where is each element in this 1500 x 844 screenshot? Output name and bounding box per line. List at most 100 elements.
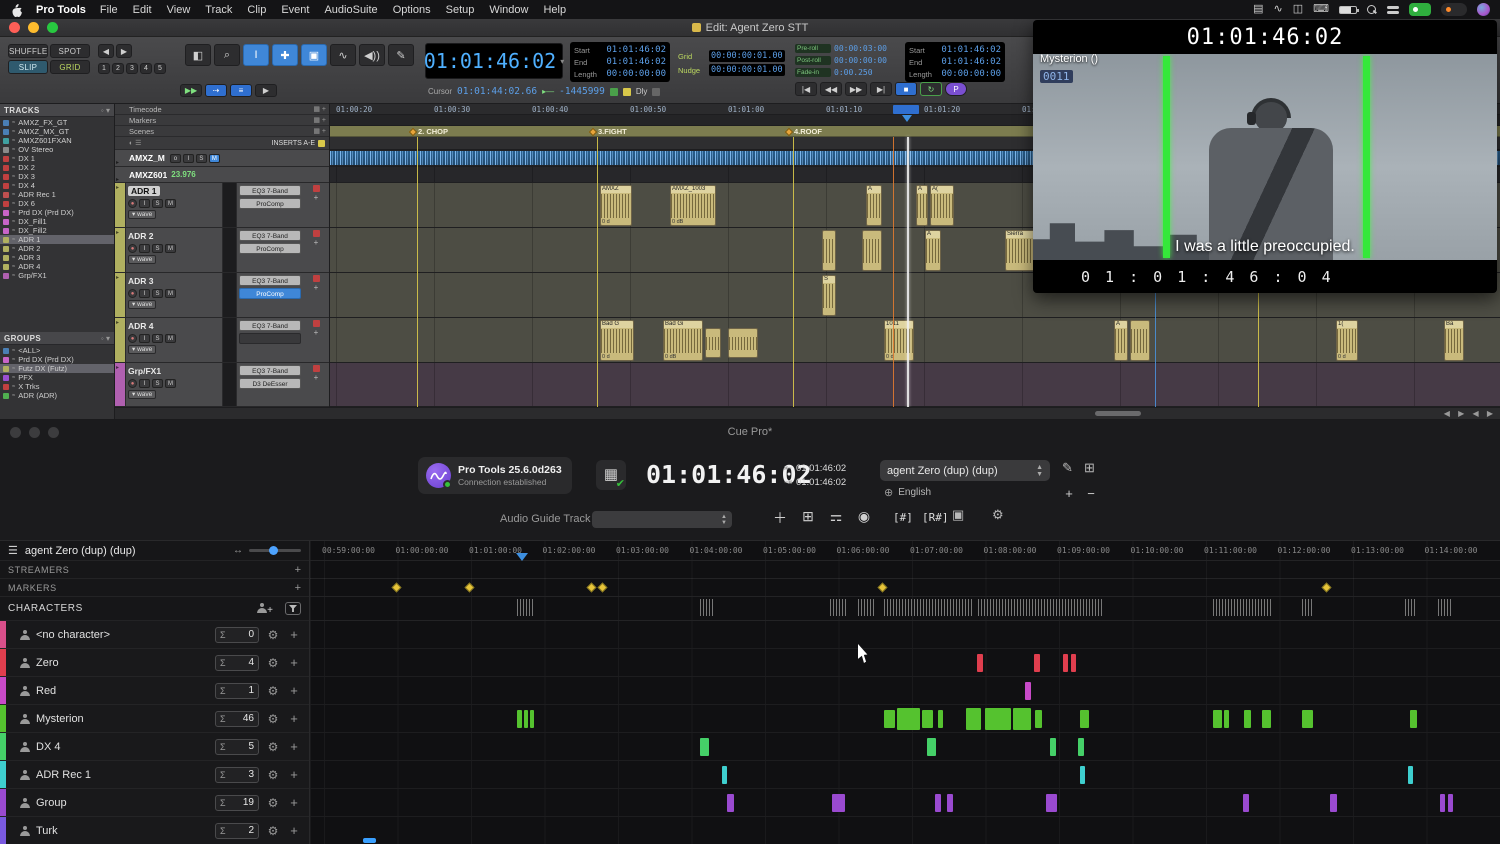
add-cue-icon[interactable]: + [287, 711, 301, 726]
fade-in-label[interactable]: Fade-in [795, 68, 831, 77]
cue-clip[interactable] [935, 794, 941, 812]
shuffle-mode-button[interactable]: SHUFFLE [8, 44, 48, 58]
add-cue-icon[interactable]: + [287, 767, 301, 782]
cue-clip[interactable] [1302, 710, 1313, 728]
marker-diamond[interactable] [1322, 583, 1332, 593]
ruler-options-icon[interactable]: ▦ + [313, 105, 329, 113]
timecode-ruler-label[interactable]: Timecode▦ + [115, 104, 329, 115]
sidebar-item[interactable]: ≈DX_Fill2 [0, 226, 114, 235]
video-window[interactable]: 01:01:46:02 Mysterion () 0011 I was a li… [1033, 20, 1497, 293]
sidebar-item[interactable]: ≈ADR Rec 1 [0, 190, 114, 199]
insert-eq3-7-band[interactable]: EQ3 7-Band [239, 185, 301, 196]
pre-roll-value[interactable]: 00:00:03:00 [834, 44, 887, 53]
track-controls-adr-1[interactable]: ADR 1●ISM▾ waveEQ3 7-BandProComp+ [115, 183, 329, 228]
keyboard-icon[interactable]: ⌨ [1313, 0, 1329, 19]
marker-diamond[interactable] [878, 583, 888, 593]
sync-status-icon[interactable]: ▦✔ [596, 460, 626, 490]
cue-clip[interactable] [1213, 710, 1222, 728]
cue-clip[interactable] [832, 794, 845, 812]
audio-clip[interactable] [862, 230, 882, 271]
track-name[interactable]: Grp/FX1 [128, 366, 161, 376]
menu-setup[interactable]: Setup [446, 4, 475, 16]
tracks-panel-header[interactable]: TRACKS ◦ ▾ [0, 104, 114, 117]
groups-panel-header[interactable]: GROUPS ◦ ▾ [0, 332, 114, 345]
scrollbar-thumb[interactable] [1095, 411, 1141, 416]
insert-bypass-chip[interactable] [313, 230, 320, 237]
link-timeline-icon[interactable]: ⇢ [205, 84, 227, 97]
gear-icon[interactable]: ⚙ [265, 796, 281, 810]
stop-button[interactable]: ■ [895, 82, 917, 96]
cue-clip[interactable] [524, 710, 528, 728]
add-marker-icon[interactable]: + [295, 582, 301, 594]
insert-d3-deesser[interactable]: D3 DeEsser [239, 378, 301, 389]
cue-clip[interactable] [897, 708, 920, 730]
insert-eq3-7-band[interactable]: EQ3 7-Band [239, 230, 301, 241]
menu-window[interactable]: Window [489, 4, 528, 16]
session-select[interactable]: agent Zero (dup) (dup) ▲▼ [880, 460, 1050, 481]
screen-record-icon[interactable] [1441, 3, 1467, 16]
character-row[interactable]: MysterionΣ46⚙+ [0, 705, 309, 733]
cue-clip[interactable] [1243, 794, 1249, 812]
solo-button[interactable]: S [152, 244, 163, 253]
marker-diamond[interactable] [587, 583, 597, 593]
track-view-selector[interactable]: ▾ wave [128, 255, 156, 264]
menu-track[interactable]: Track [205, 4, 232, 16]
cue-clip[interactable] [927, 738, 936, 756]
track-name[interactable]: ADR 3 [128, 276, 154, 286]
sidebar-item[interactable]: ≈DX 6 [0, 199, 114, 208]
mute-button[interactable]: M [165, 379, 176, 388]
sidebar-item[interactable]: ≈DX 1 [0, 154, 114, 163]
duplicate-session-icon[interactable]: ⊞ [1084, 460, 1095, 476]
solo-button[interactable]: S [152, 199, 163, 208]
cue-clip[interactable] [1330, 794, 1337, 812]
cue-clip[interactable] [722, 766, 727, 784]
post-roll-label[interactable]: Post-roll [795, 56, 831, 65]
audio-clip[interactable]: A [925, 230, 941, 271]
scene-marker[interactable]: 2. CHOP [410, 127, 448, 136]
scrubber-tool[interactable]: ∿ [330, 44, 356, 66]
zoom-slider[interactable] [249, 549, 301, 552]
input-monitor-button[interactable]: I [139, 334, 150, 343]
sidebar-item[interactable]: ≈ADR 4 [0, 262, 114, 271]
gear-icon[interactable]: ⚙ [265, 656, 281, 670]
character-lane[interactable] [310, 677, 1500, 705]
menu-file[interactable]: File [100, 4, 118, 16]
audio-clip[interactable]: Sierra [1005, 230, 1035, 271]
out-time[interactable]: 01:01:46:02 [796, 476, 846, 490]
monitor-icon[interactable]: ◀)) [359, 44, 385, 66]
spot-mode-button[interactable]: SPOT [50, 44, 90, 58]
add-streamer-icon[interactable]: + [295, 564, 301, 576]
control-center-icon[interactable] [1387, 5, 1399, 15]
insert-eq3-7-band[interactable]: EQ3 7-Band [239, 275, 301, 286]
character-row[interactable]: GroupΣ19⚙+ [0, 789, 309, 817]
insert-procomp[interactable]: ProComp [239, 288, 301, 299]
zoom-preset-3[interactable]: 3 [126, 63, 138, 74]
nudge-label[interactable]: Nudge [678, 66, 706, 75]
track-lane-adr-4[interactable] [330, 318, 1500, 363]
edit-session-icon[interactable]: ✎ [1062, 460, 1073, 476]
track-view-selector[interactable]: ▾ wave [128, 345, 156, 354]
cue-clip[interactable] [947, 794, 953, 812]
track-view-selector[interactable]: ▾ wave [128, 390, 156, 399]
audio-clip[interactable]: Bad Gi0 dB [663, 320, 703, 361]
audio-clip[interactable]: S [822, 275, 836, 316]
zoom-preset-5[interactable]: 5 [154, 63, 166, 74]
character-lane[interactable] [310, 649, 1500, 677]
cue-clip[interactable] [1050, 738, 1056, 756]
siri-icon[interactable] [1477, 3, 1490, 16]
return-to-zero-button[interactable]: |◀ [795, 82, 817, 96]
remove-button[interactable]: − [1082, 486, 1100, 502]
input-monitor-button[interactable]: I [139, 289, 150, 298]
audio-clip[interactable]: A [1114, 320, 1128, 361]
insert-eq3-7-band[interactable]: EQ3 7-Band [239, 365, 301, 376]
cue-clip[interactable] [1224, 710, 1229, 728]
character-row[interactable]: ADR Rec 1Σ3⚙+ [0, 761, 309, 789]
cue-clip[interactable] [977, 654, 983, 672]
cuepro-ruler[interactable]: 00:59:00:0001:00:00:0001:01:00:0001:02:0… [310, 541, 1500, 561]
marker-diamond[interactable] [392, 583, 402, 593]
camera-active-icon[interactable] [1409, 3, 1431, 16]
zoom-out-button[interactable]: ◀ [98, 44, 114, 58]
menu-view[interactable]: View [167, 4, 191, 16]
marker-diamond[interactable] [465, 583, 475, 593]
cue-clip[interactable] [884, 710, 895, 728]
